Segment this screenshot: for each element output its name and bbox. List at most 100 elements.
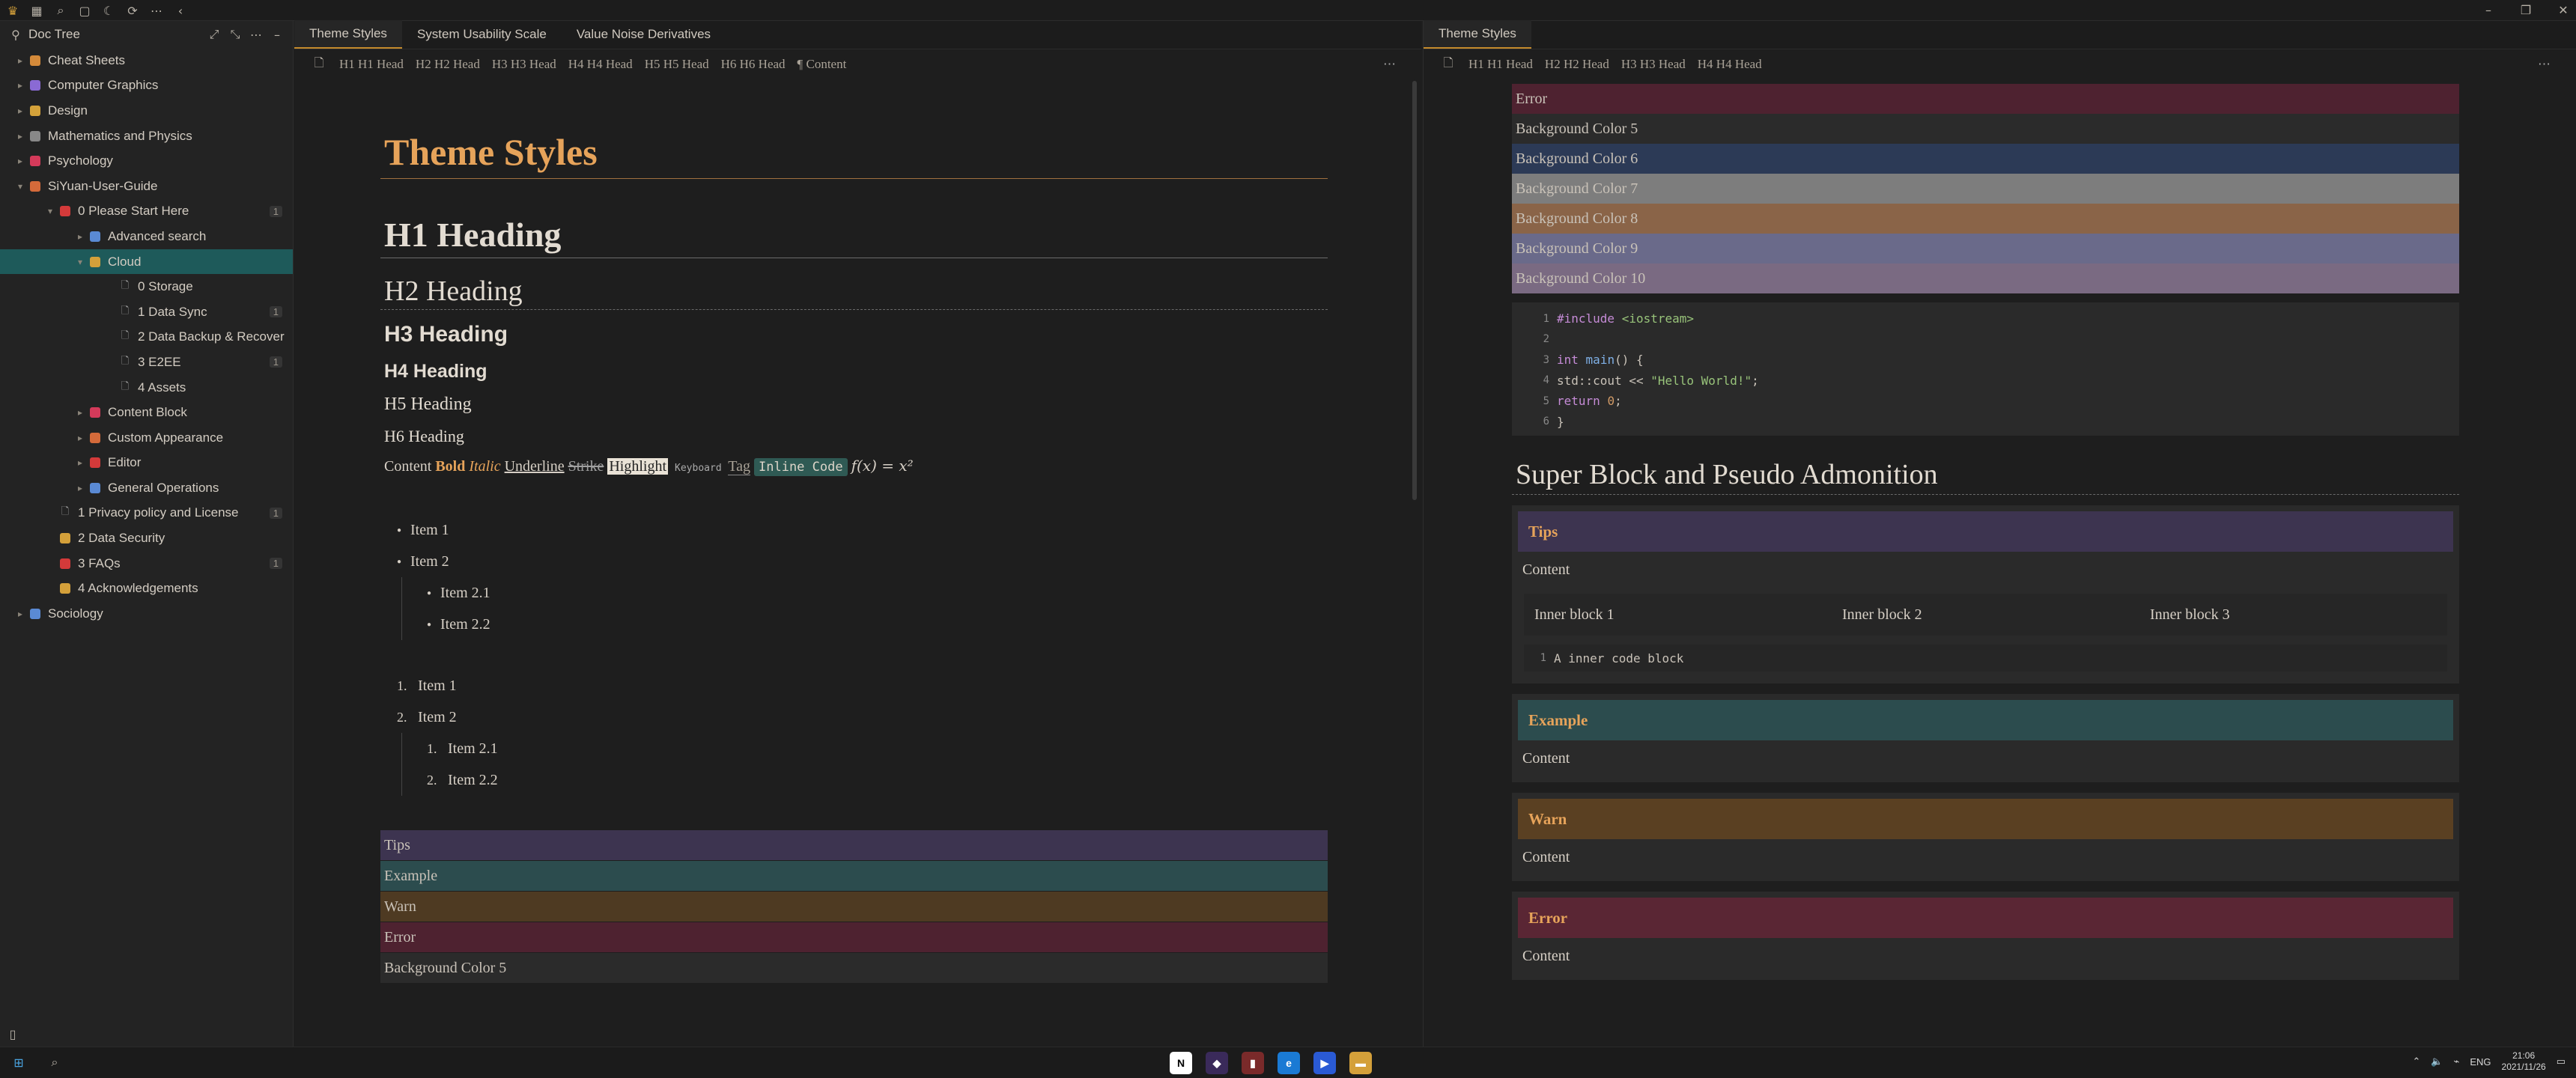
- inline-math[interactable]: f(x) = x²: [851, 457, 914, 475]
- sidebar-item[interactable]: ▾ 0 Please Start Here 1: [0, 199, 293, 225]
- square-icon[interactable]: ▢: [76, 2, 93, 19]
- list-item[interactable]: ● Item 1: [380, 514, 1328, 546]
- network-icon[interactable]: ⌁: [2454, 1056, 2460, 1068]
- admonition-warn[interactable]: Warn Content: [1512, 793, 2459, 881]
- chevron-icon[interactable]: ▸: [13, 106, 27, 116]
- list-item[interactable]: ● Item 2.2: [380, 609, 1328, 640]
- super-block-heading[interactable]: Super Block and Pseudo Admonition: [1512, 436, 2459, 495]
- sidebar-item[interactable]: 🗋 0 Storage: [0, 274, 293, 299]
- sidebar-item[interactable]: ▸ Mathematics and Physics: [0, 124, 293, 149]
- background-color-row[interactable]: Background Color 10: [1512, 264, 2459, 293]
- inner-code-block[interactable]: 1A inner code block: [1524, 645, 2447, 672]
- sidebar-item[interactable]: ▸ General Operations: [0, 475, 293, 501]
- inner-block[interactable]: Inner block 1: [1524, 606, 1832, 624]
- h2-heading[interactable]: H2 Heading: [380, 266, 1328, 310]
- background-color-row[interactable]: Background Color 7: [1512, 174, 2459, 204]
- search-icon[interactable]: ⌕: [46, 1054, 63, 1071]
- h6-heading[interactable]: H6 Heading: [380, 418, 1328, 449]
- siyuan-app-icon[interactable]: ▮: [1242, 1052, 1264, 1074]
- background-color-row[interactable]: Background Color 5: [1512, 114, 2459, 144]
- list-item[interactable]: 1. Item 1: [380, 670, 1328, 701]
- collapse-icon[interactable]: ⤡: [227, 26, 243, 43]
- notion-app-icon[interactable]: N: [1170, 1052, 1192, 1074]
- clock[interactable]: 21:06 2021/11/26: [2502, 1050, 2546, 1073]
- crumb-h6[interactable]: H6 H6 Head: [721, 57, 786, 72]
- callout-row[interactable]: Example: [380, 861, 1328, 891]
- minus-icon[interactable]: –: [269, 26, 285, 43]
- admonition-error[interactable]: Error Content: [1512, 892, 2459, 980]
- chevron-icon[interactable]: ▾: [13, 181, 27, 192]
- crown-icon[interactable]: ♛: [4, 2, 21, 19]
- list-item[interactable]: ● Item 2: [380, 546, 1328, 577]
- crumb-h5[interactable]: H5 H5 Head: [645, 57, 709, 72]
- sidebar-item[interactable]: 3 FAQs 1: [0, 551, 293, 576]
- calendar-icon[interactable]: ▦: [28, 2, 45, 19]
- chevron-icon[interactable]: ▸: [73, 231, 87, 242]
- callout-row[interactable]: Tips: [380, 830, 1328, 860]
- sidebar-item[interactable]: 🗋 1 Data Sync 1: [0, 299, 293, 325]
- language-indicator[interactable]: ENG: [2470, 1056, 2491, 1068]
- admonition-example[interactable]: Example Content: [1512, 694, 2459, 782]
- sidebar-item[interactable]: 2 Data Security: [0, 526, 293, 551]
- inner-block[interactable]: Inner block 3: [2139, 606, 2447, 624]
- sidebar-item[interactable]: ▸ Sociology: [0, 601, 293, 627]
- tab-system-usability-scale[interactable]: System Usability Scale: [402, 20, 562, 49]
- chevron-icon[interactable]: ▸: [13, 156, 27, 166]
- chevron-icon[interactable]: ▸: [73, 407, 87, 418]
- list-item[interactable]: ● Item 2.1: [380, 577, 1328, 609]
- chevron-icon[interactable]: ▸: [13, 609, 27, 619]
- crumb-content[interactable]: ¶ Content: [798, 57, 847, 72]
- crumb-h1[interactable]: H1 H1 Head: [1468, 57, 1533, 72]
- chevron-icon[interactable]: ▸: [73, 457, 87, 468]
- moon-icon[interactable]: ☾: [100, 2, 117, 19]
- crumb-h2[interactable]: H2 H2 Head: [416, 57, 480, 72]
- sidebar-item[interactable]: ▸ Editor: [0, 451, 293, 476]
- page-title[interactable]: Theme Styles: [380, 126, 1328, 179]
- sidebar-item[interactable]: ▸ Cheat Sheets: [0, 48, 293, 73]
- crumb-h2[interactable]: H2 H2 Head: [1545, 57, 1609, 72]
- list-item[interactable]: 1. Item 2.1: [380, 733, 1328, 764]
- chevron-icon[interactable]: ▾: [73, 257, 87, 267]
- inner-block[interactable]: Inner block 2: [1832, 606, 2139, 624]
- crumb-h1[interactable]: H1 H1 Head: [339, 57, 404, 72]
- notification-icon[interactable]: ▭: [2557, 1056, 2566, 1068]
- more-icon[interactable]: ⋯: [2538, 57, 2551, 72]
- callout-row[interactable]: Warn: [380, 892, 1328, 922]
- tab-theme-styles[interactable]: Theme Styles: [1424, 20, 1531, 49]
- background-color-row[interactable]: Error: [1512, 84, 2459, 114]
- crumb-h4[interactable]: H4 H4 Head: [1698, 57, 1762, 72]
- sync-icon[interactable]: ⟳: [124, 2, 141, 19]
- crumb-h3[interactable]: H3 H3 Head: [1621, 57, 1686, 72]
- sidebar-item[interactable]: 🗋 2 Data Backup & Recover: [0, 325, 293, 350]
- zoom-app-icon[interactable]: ▶: [1313, 1052, 1336, 1074]
- file-explorer-icon[interactable]: ▬: [1349, 1052, 1372, 1074]
- sidebar-item[interactable]: 4 Acknowledgements: [0, 576, 293, 601]
- chevron-icon[interactable]: ▸: [73, 433, 87, 443]
- sidebar-item[interactable]: ▸ Computer Graphics: [0, 73, 293, 99]
- obsidian-app-icon[interactable]: ◆: [1206, 1052, 1228, 1074]
- file-icon[interactable]: 🗋: [1440, 55, 1456, 73]
- tag-text[interactable]: Tag: [728, 458, 750, 475]
- chevron-icon[interactable]: ▸: [13, 80, 27, 91]
- more-icon[interactable]: ⋯: [148, 2, 165, 19]
- sidebar-item[interactable]: 🗋 3 E2EE 1: [0, 350, 293, 375]
- sidebar-item[interactable]: ▾ SiYuan-User-Guide: [0, 174, 293, 199]
- volume-icon[interactable]: 🔈: [2431, 1056, 2443, 1068]
- maximize-icon[interactable]: ❐: [2518, 1, 2534, 18]
- sidebar-item[interactable]: ▸ Custom Appearance: [0, 425, 293, 451]
- crumb-h3[interactable]: H3 H3 Head: [492, 57, 556, 72]
- tab-theme-styles[interactable]: Theme Styles: [294, 20, 402, 49]
- sidebar-item[interactable]: ▸ Psychology: [0, 148, 293, 174]
- h3-heading[interactable]: H3 Heading: [380, 310, 1328, 350]
- callout-row[interactable]: Background Color 5: [380, 953, 1328, 983]
- file-icon[interactable]: 🗋: [311, 55, 327, 73]
- more-icon[interactable]: ⋯: [248, 26, 264, 43]
- inline-styles-paragraph[interactable]: Content Bold Italic Underline Strike Hig…: [380, 449, 1328, 483]
- background-color-row[interactable]: Background Color 8: [1512, 204, 2459, 234]
- list-item[interactable]: 2. Item 2: [380, 701, 1328, 733]
- close-icon[interactable]: ✕: [2555, 1, 2572, 18]
- admonition-tips[interactable]: Tips Content Inner block 1 Inner block 2…: [1512, 505, 2459, 683]
- sidebar-item[interactable]: ▸ Design: [0, 98, 293, 124]
- chevron-icon[interactable]: ▸: [73, 483, 87, 493]
- h4-heading[interactable]: H4 Heading: [380, 350, 1328, 386]
